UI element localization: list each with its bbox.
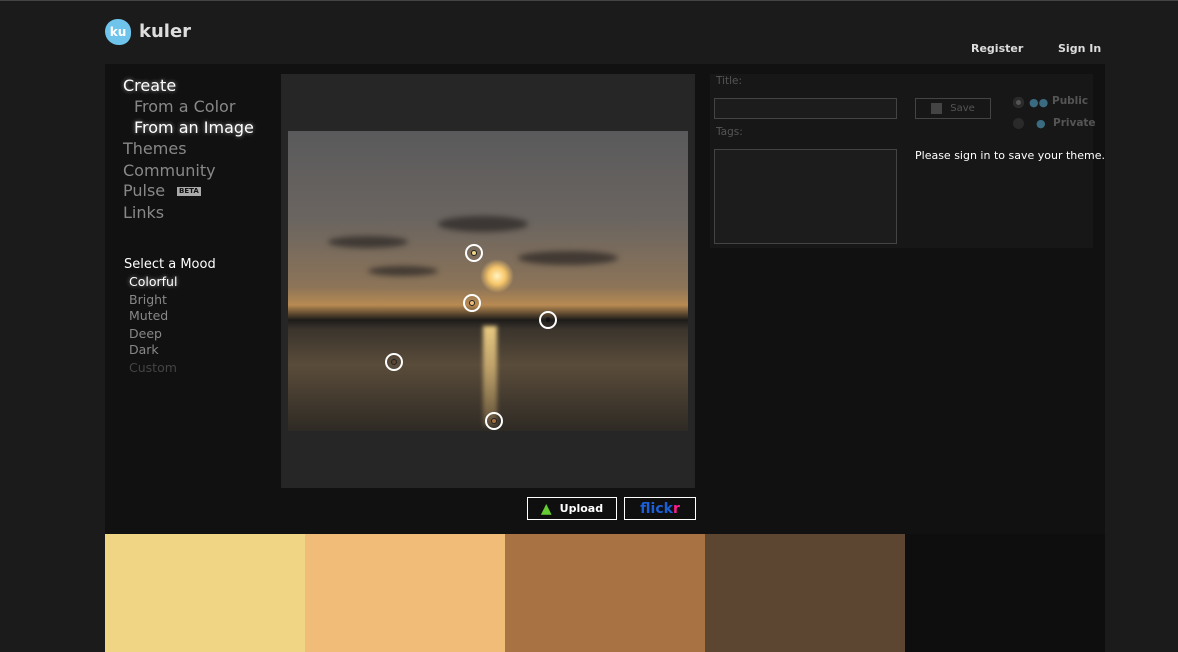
mood-dark[interactable]: Dark <box>129 342 159 357</box>
color-picker-1[interactable] <box>465 244 483 262</box>
public-label: Public <box>1052 95 1089 107</box>
color-picker-5[interactable] <box>485 412 503 430</box>
sign-in-link[interactable]: Sign In <box>1058 42 1101 55</box>
nav-community[interactable]: Community <box>123 161 216 180</box>
nav-themes[interactable]: Themes <box>123 139 187 158</box>
nav-from-an-image[interactable]: From an Image <box>134 118 254 137</box>
mood-colorful[interactable]: Colorful <box>129 274 177 289</box>
source-image <box>288 131 688 431</box>
swatch-5[interactable] <box>905 534 1105 652</box>
group-users-icon: ●● <box>1029 96 1049 109</box>
upload-arrow-icon: ▲ <box>540 500 552 517</box>
nav-create[interactable]: Create <box>123 76 176 95</box>
mood-deep[interactable]: Deep <box>129 326 162 341</box>
upload-label: Upload <box>559 502 604 515</box>
swatch-3[interactable] <box>505 534 705 652</box>
private-label: Private <box>1053 117 1096 129</box>
single-user-icon: ● <box>1036 117 1046 130</box>
sun-reflection <box>483 326 497 426</box>
upload-button[interactable]: ▲ Upload <box>527 497 617 520</box>
nav-pulse[interactable]: Pulse <box>123 181 165 200</box>
color-picker-2[interactable] <box>463 294 481 312</box>
picker-color <box>471 250 477 256</box>
flickr-button[interactable]: flickr <box>624 497 696 520</box>
color-picker-4[interactable] <box>385 353 403 371</box>
register-link[interactable]: Register <box>971 42 1023 55</box>
private-radio[interactable] <box>1013 118 1024 129</box>
mood-bright[interactable]: Bright <box>129 292 167 307</box>
swatch-1[interactable] <box>105 534 305 652</box>
nav-links[interactable]: Links <box>123 203 164 222</box>
picker-color <box>391 359 397 365</box>
flickr-logo: flickr <box>640 500 680 517</box>
swatch-2[interactable] <box>305 534 505 652</box>
color-picker-3[interactable] <box>539 311 557 329</box>
floppy-disk-icon <box>931 103 943 114</box>
tags-input[interactable] <box>714 149 897 244</box>
public-radio[interactable] <box>1013 97 1024 108</box>
picker-color <box>491 418 497 424</box>
nav-from-a-color[interactable]: From a Color <box>134 97 235 116</box>
sign-in-message: Please sign in to save your theme. <box>915 149 1106 162</box>
title-label: Title: <box>716 75 743 87</box>
mood-muted[interactable]: Muted <box>129 308 168 323</box>
swatch-4[interactable] <box>705 534 905 652</box>
title-input[interactable] <box>714 98 897 119</box>
save-button[interactable]: Save <box>915 98 991 119</box>
mood-heading: Select a Mood <box>124 257 216 272</box>
tags-label: Tags: <box>716 126 743 138</box>
sun <box>480 259 514 293</box>
picker-color <box>469 300 475 306</box>
kuler-logo[interactable]: ku <box>105 19 131 45</box>
brand-name: kuler <box>139 21 192 42</box>
beta-badge: BETA <box>177 187 201 196</box>
save-label: Save <box>950 103 975 114</box>
mood-custom[interactable]: Custom <box>129 360 177 375</box>
picker-color <box>545 317 551 323</box>
